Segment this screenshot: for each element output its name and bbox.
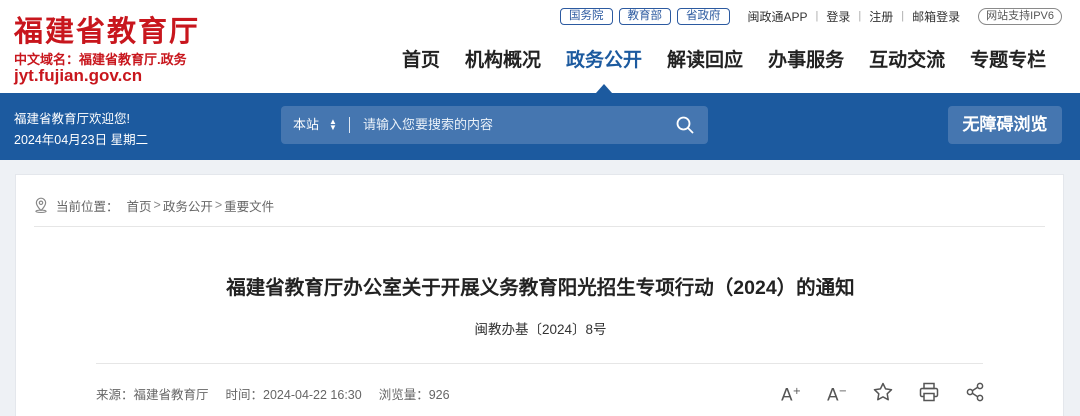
breadcrumb-gov-affairs[interactable]: 政务公开: [163, 196, 213, 215]
org-link-ministry-education[interactable]: 教育部: [618, 7, 671, 25]
ipv6-badge: 网站支持IPV6: [978, 7, 1062, 25]
divider: [96, 363, 983, 364]
article-meta: 来源：福建省教育厅 时间：2024-04-22 16:30 浏览量：926: [96, 384, 467, 403]
breadcrumb-separator: >: [153, 198, 161, 212]
nav-item-gov-affairs[interactable]: 政务公开: [566, 46, 643, 93]
org-link-state-council[interactable]: 国务院: [560, 7, 613, 25]
separator: |: [901, 10, 905, 22]
print-icon[interactable]: [918, 381, 940, 403]
date-text: 2024年04月23日 星期二: [14, 133, 149, 147]
nav-item-label: 政务公开: [566, 50, 643, 71]
breadcrumb: 当前位置： 首页 > 政务公开 > 重要文件: [34, 196, 274, 215]
info-band: 福建省教育厅欢迎您! 2024年04月23日 星期二 本站 ▲▼ 无障碍浏览: [0, 93, 1080, 160]
article-views: 浏览量：926: [378, 388, 450, 402]
separator: |: [815, 10, 819, 22]
search-divider: [349, 117, 350, 133]
article-tools: A+ A−: [780, 381, 986, 406]
logo-title: 福建省教育厅: [14, 14, 201, 48]
active-caret-icon: [596, 84, 613, 93]
nav-item-organization[interactable]: 机构概况: [465, 46, 541, 76]
share-icon[interactable]: [964, 381, 986, 403]
search-icon[interactable]: [676, 116, 694, 134]
top-links: 国务院 教育部 省政府 闽政通APP | 登录 | 注册 | 邮箱登录 网站支持…: [560, 7, 1062, 25]
nav-item-topics[interactable]: 专题专栏: [970, 46, 1046, 76]
article-source: 来源：福建省教育厅: [96, 388, 209, 402]
site-logo[interactable]: 福建省教育厅 中文域名：福建省教育厅.政务 jyt.fujian.gov.cn: [14, 8, 214, 88]
login-link[interactable]: 登录: [826, 8, 850, 25]
nav-item-interaction[interactable]: 互动交流: [869, 46, 945, 76]
accessibility-button[interactable]: 无障碍浏览: [948, 106, 1062, 144]
sort-arrows-icon: ▲ ▼: [329, 117, 337, 132]
search-bar: 本站 ▲ ▼: [281, 106, 708, 144]
search-scope-select[interactable]: 本站 ▲ ▼: [293, 106, 337, 144]
font-decrease-icon[interactable]: A−: [826, 381, 848, 406]
mail-login-link[interactable]: 邮箱登录: [912, 8, 960, 25]
breadcrumb-separator: >: [214, 198, 223, 212]
org-link-provincial-gov[interactable]: 省政府: [677, 7, 730, 25]
document-number: 闽教办基〔2024〕8号: [474, 322, 607, 337]
breadcrumb-label: 当前位置：: [56, 199, 119, 214]
font-increase-icon[interactable]: A+: [780, 381, 802, 406]
separator: |: [858, 10, 862, 22]
article-time: 时间：2024-04-22 16:30: [225, 388, 362, 402]
logo-domain: jyt.fujian.gov.cn: [14, 66, 143, 85]
register-link[interactable]: 注册: [869, 8, 893, 25]
nav-item-interpretation[interactable]: 解读回应: [667, 46, 743, 76]
main-nav: 首页 机构概况 政务公开 解读回应 办事服务 互动交流 专题专栏: [402, 46, 1046, 93]
location-icon: [35, 197, 47, 213]
search-input[interactable]: [363, 106, 663, 144]
star-icon[interactable]: [872, 381, 894, 403]
article-title: 福建省教育厅办公室关于开展义务教育阳光招生专项行动（2024）的通知: [226, 277, 855, 299]
nav-item-home[interactable]: 首页: [402, 46, 440, 76]
breadcrumb-home[interactable]: 首页: [127, 196, 152, 215]
site-header: 福建省教育厅 中文域名：福建省教育厅.政务 jyt.fujian.gov.cn …: [0, 0, 1080, 93]
search-scope-label: 本站: [293, 117, 320, 132]
welcome-text: 福建省教育厅欢迎您!: [14, 112, 130, 126]
divider: [34, 226, 1045, 227]
article-card: 当前位置： 首页 > 政务公开 > 重要文件 福建省教育厅办公室关于开展义务教育…: [15, 174, 1064, 416]
nav-item-services[interactable]: 办事服务: [768, 46, 844, 76]
app-link[interactable]: 闽政通APP: [748, 8, 808, 25]
breadcrumb-important-docs[interactable]: 重要文件: [224, 196, 274, 215]
